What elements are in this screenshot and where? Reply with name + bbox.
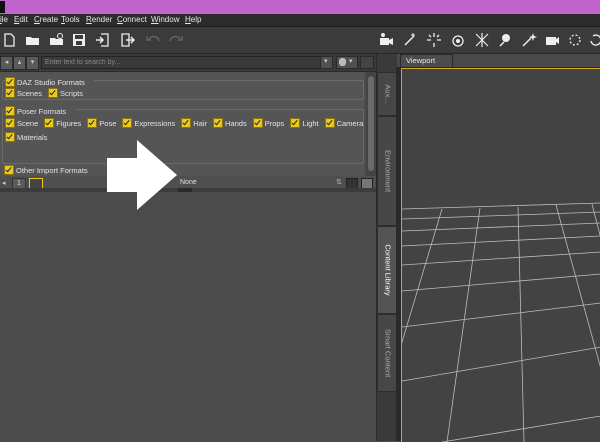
rotate-icon[interactable] xyxy=(588,32,600,48)
other-formats-row: Other Import Formats xyxy=(4,165,94,175)
app-icon xyxy=(0,1,5,13)
camera-label: Camera xyxy=(336,118,364,128)
content-area[interactable] xyxy=(0,192,376,441)
poser-formats-label: Poser Formats xyxy=(17,106,67,116)
other-formats-checkbox[interactable] xyxy=(4,165,14,175)
spot-light-icon[interactable] xyxy=(426,32,442,48)
bulb-icon[interactable] xyxy=(497,32,513,48)
tab-content-library[interactable]: Content Library xyxy=(377,226,398,314)
scrollbar-thumb[interactable] xyxy=(368,76,374,171)
distant-light-icon[interactable] xyxy=(474,32,490,48)
redo-icon[interactable] xyxy=(168,32,184,48)
menu-file[interactable]: ile xyxy=(0,15,8,24)
scenes-label: Scenes xyxy=(17,88,43,98)
figures-label: Figures xyxy=(56,118,82,128)
menu-bar: ile Edit Create Tools Render Connect Win… xyxy=(0,14,600,27)
database-dropdown-button[interactable]: ▾ xyxy=(336,56,358,69)
props-checkbox[interactable] xyxy=(252,118,263,128)
props-label: Props xyxy=(264,118,285,128)
materials-checkbox[interactable] xyxy=(5,132,15,142)
back-icon[interactable]: ◂ xyxy=(0,56,13,70)
scenes-checkbox[interactable] xyxy=(5,88,15,98)
content-library-pane: ◂ ▴ ▾ ▾ ▾ DAZ Studio Formats Scenes Scri… xyxy=(0,54,376,441)
light-label: Light xyxy=(302,118,319,128)
tab-smart-content[interactable]: Smart Content xyxy=(377,314,398,392)
scripts-checkbox[interactable] xyxy=(48,88,59,98)
formats-scrollbar[interactable] xyxy=(366,72,376,187)
menu-connect[interactable]: Connect xyxy=(117,15,147,24)
hair-checkbox[interactable] xyxy=(181,118,192,128)
camera-checkbox[interactable] xyxy=(324,118,335,128)
open-recent-icon[interactable] xyxy=(49,32,65,48)
side-tab-bar: Aux... Environment Content Library Smart… xyxy=(376,54,398,441)
hands-label: Hands xyxy=(225,118,247,128)
export-icon[interactable] xyxy=(119,32,135,48)
down-icon[interactable]: ▾ xyxy=(26,56,39,70)
poser-formats-header[interactable]: Poser Formats xyxy=(5,106,76,116)
other-formats-label: Other Import Formats xyxy=(16,165,88,175)
tab-aux[interactable]: Aux... xyxy=(377,72,398,116)
tab-environment-label: Environment xyxy=(383,149,392,193)
daz-formats-label: DAZ Studio Formats xyxy=(17,77,85,87)
search-row: ◂ ▴ ▾ ▾ ▾ xyxy=(0,54,376,72)
figure-camera-icon[interactable] xyxy=(378,32,394,48)
expressions-checkbox[interactable] xyxy=(122,118,133,128)
daz-formats-checkbox[interactable] xyxy=(5,77,15,87)
figures-checkbox[interactable] xyxy=(44,118,55,128)
scene-label: Scene xyxy=(17,118,39,128)
hair-label: Hair xyxy=(193,118,208,128)
tab-environment[interactable]: Environment xyxy=(377,116,398,226)
camera-icon[interactable] xyxy=(544,32,560,48)
pose-checkbox[interactable] xyxy=(87,118,98,128)
menu-tools[interactable]: Tools xyxy=(61,15,80,24)
hands-checkbox[interactable] xyxy=(213,118,224,128)
menu-render[interactable]: Render xyxy=(86,15,112,24)
viewport-3d[interactable] xyxy=(401,68,600,442)
node-icon[interactable] xyxy=(567,32,583,48)
database-icon xyxy=(339,58,346,66)
daz-formats-header[interactable]: DAZ Studio Formats xyxy=(5,77,94,87)
tab-content-library-label: Content Library xyxy=(383,244,392,296)
menu-help[interactable]: Help xyxy=(185,15,201,24)
annotation-arrow xyxy=(107,140,177,210)
search-input[interactable] xyxy=(41,56,325,69)
sparkle-wand-icon[interactable] xyxy=(521,32,537,48)
search-dropdown-button[interactable]: ▾ xyxy=(320,56,333,69)
chevron-down-icon: ▾ xyxy=(349,58,353,65)
scene-checkbox[interactable] xyxy=(5,118,15,128)
main-toolbar xyxy=(0,27,600,54)
menu-window[interactable]: Window xyxy=(151,15,179,24)
point-light-icon[interactable] xyxy=(450,32,466,48)
daz-formats-group: DAZ Studio Formats Scenes Scripts xyxy=(2,77,364,100)
light-checkbox[interactable] xyxy=(290,118,301,128)
viewport-tab[interactable]: Viewport xyxy=(400,54,453,67)
menu-create[interactable]: Create xyxy=(34,15,58,24)
poser-formats-checkbox[interactable] xyxy=(5,106,15,116)
new-file-icon[interactable] xyxy=(1,32,17,48)
materials-label: Materials xyxy=(17,132,48,142)
open-folder-icon[interactable] xyxy=(25,32,41,48)
scripts-label: Scripts xyxy=(60,88,83,98)
expressions-label: Expressions xyxy=(134,118,176,128)
undo-icon[interactable] xyxy=(145,32,161,48)
chevron-down-icon: ▾ xyxy=(324,58,328,65)
prev-page-icon[interactable]: ◂ xyxy=(2,179,6,187)
title-bar xyxy=(0,0,600,14)
pose-label: Pose xyxy=(99,118,117,128)
tab-aux-label: Aux... xyxy=(383,84,392,104)
import-icon[interactable] xyxy=(95,32,111,48)
floor-grid xyxy=(402,202,600,442)
search-options-button[interactable] xyxy=(360,56,374,69)
up-icon[interactable]: ▴ xyxy=(13,56,26,70)
tab-smart-content-label: Smart Content xyxy=(383,328,392,378)
save-icon[interactable] xyxy=(71,32,87,48)
sort-icon[interactable]: ⇅ xyxy=(336,178,342,186)
light-tool-icon[interactable] xyxy=(402,32,418,48)
menu-edit[interactable]: Edit xyxy=(14,15,28,24)
